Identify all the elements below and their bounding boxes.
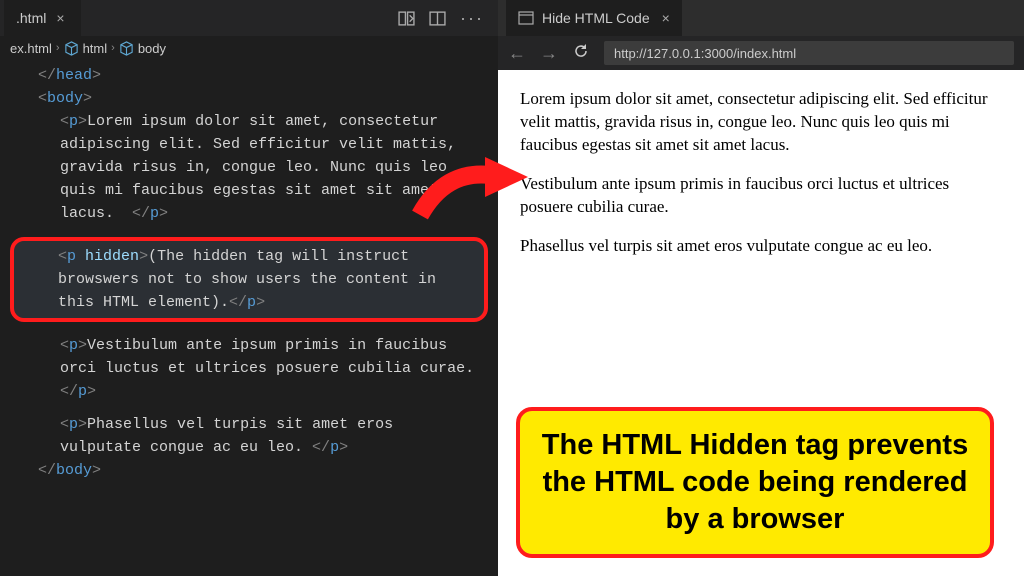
code-line: <p>Phasellus vel turpis sit amet eros vu… [16,413,482,459]
breadcrumb-body-label: body [138,41,166,56]
arrow-annotation-icon [410,155,530,235]
browser-preview-pane: Hide HTML Code × ← → http://127.0.0.1:30… [498,0,1024,576]
editor-tab-index-html[interactable]: .html × [4,0,81,36]
editor-tab-actions: ··· [398,8,494,29]
browser-tab-title: Hide HTML Code [542,10,650,26]
code-line: </body> [16,459,482,482]
callout-text: The HTML Hidden tag prevents the HTML co… [542,429,968,535]
element-icon [119,41,134,56]
breadcrumb-html[interactable]: html [64,41,108,56]
browser-back-button[interactable]: ← [508,43,526,64]
close-icon[interactable]: × [52,8,68,28]
code-line: <body> [16,87,482,110]
browser-url-text: http://127.0.0.1:3000/index.html [614,46,796,61]
browser-url-bar[interactable]: http://127.0.0.1:3000/index.html [604,41,1014,65]
more-actions-icon[interactable]: ··· [460,8,484,29]
close-icon[interactable]: × [662,10,670,26]
breadcrumb-file[interactable]: ex.html [10,41,52,56]
split-editor-icon[interactable] [429,10,446,27]
browser-reload-button[interactable] [572,43,590,64]
code-line: <p hidden>(The hidden tag will instruct … [20,245,478,314]
editor-pane: .html × ··· ex.html › html › [0,0,498,576]
breadcrumb[interactable]: ex.html › html › body [0,36,498,60]
code-editor[interactable]: </head> <body> <p>Lorem ipsum dolor sit … [0,60,498,576]
browser-forward-button[interactable]: → [540,43,558,64]
editor-tab-bar: .html × ··· [0,0,498,36]
tab-filename: .html [16,10,46,26]
browser-content: Lorem ipsum dolor sit amet, consectetur … [498,70,1024,576]
breadcrumb-file-label: ex.html [10,41,52,56]
rendered-paragraph: Lorem ipsum dolor sit amet, consectetur … [520,88,1002,157]
breadcrumb-html-label: html [83,41,108,56]
rendered-paragraph: Phasellus vel turpis sit amet eros vulpu… [520,235,1002,258]
chevron-right-icon: › [111,42,115,54]
compare-icon[interactable] [398,10,415,27]
rendered-paragraph: Vestibulum ante ipsum primis in faucibus… [520,173,1002,219]
highlighted-code-block: <p hidden>(The hidden tag will instruct … [10,237,488,322]
element-icon [64,41,79,56]
preview-icon [518,10,534,26]
explanation-callout: The HTML Hidden tag prevents the HTML co… [516,407,994,558]
code-line: <p>Vestibulum ante ipsum primis in fauci… [16,334,482,403]
browser-nav-controls: ← → http://127.0.0.1:3000/index.html [498,36,1024,70]
chevron-right-icon: › [56,42,60,54]
browser-tab[interactable]: Hide HTML Code × [506,0,682,36]
browser-tab-bar: Hide HTML Code × [498,0,1024,36]
breadcrumb-body[interactable]: body [119,41,166,56]
code-line: </head> [16,64,482,87]
